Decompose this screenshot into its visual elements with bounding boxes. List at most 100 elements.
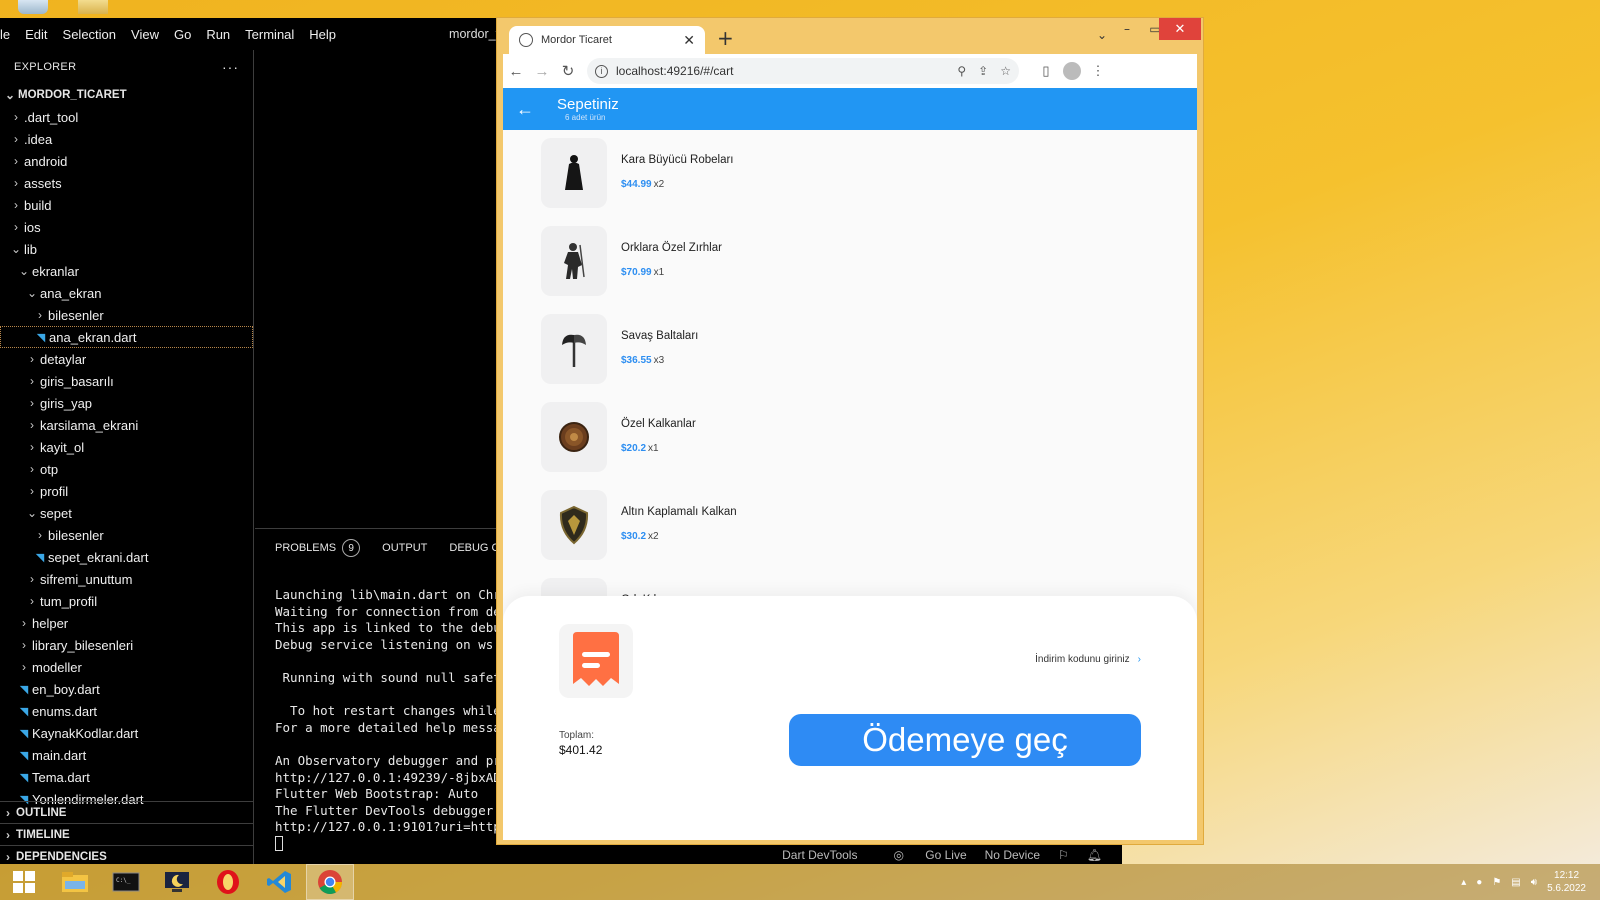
- tree-file[interactable]: ◥ main.dart: [0, 744, 253, 766]
- browser-tab[interactable]: Mordor Ticaret ✕: [509, 26, 705, 54]
- tab-output[interactable]: OUTPUT: [382, 542, 427, 554]
- tray-expand-icon[interactable]: ▴: [1461, 877, 1466, 888]
- tree-folder[interactable]: › android: [0, 150, 253, 172]
- tree-folder[interactable]: › tum_profil: [0, 590, 253, 612]
- vscode-taskbar-icon[interactable]: [255, 864, 303, 900]
- tab-search-icon[interactable]: ⌄: [1097, 28, 1107, 42]
- tab-problems[interactable]: PROBLEMS: [275, 542, 336, 554]
- volume-icon[interactable]: 🔊︎: [1531, 877, 1537, 888]
- outline-section[interactable]: › OUTLINE: [0, 801, 254, 823]
- cart-item[interactable]: Orklara Özel Zırhlar $70.99 x1: [541, 226, 1041, 296]
- tree-folder[interactable]: › sifremi_unuttum: [0, 568, 253, 590]
- menu-kebab-icon[interactable]: ⋮: [1085, 63, 1111, 79]
- go-live-status[interactable]: ◎ Go Live: [875, 848, 966, 862]
- night-mode-taskbar-icon[interactable]: [153, 864, 201, 900]
- tree-label: tum_profil: [40, 593, 98, 609]
- cart-item[interactable]: Altın Kaplamalı Kalkan $30.2 x2: [541, 490, 1041, 560]
- cart-item-name: Orklara Özel Zırhlar: [621, 242, 722, 254]
- tree-folder[interactable]: › helper: [0, 612, 253, 634]
- feedback-icon[interactable]: ⚐: [1058, 848, 1069, 862]
- menu-selection[interactable]: Selection: [63, 27, 116, 42]
- tree-folder[interactable]: › giris_yap: [0, 392, 253, 414]
- tree-folder[interactable]: › assets: [0, 172, 253, 194]
- tree-label: bilesenler: [48, 527, 104, 543]
- chevron-right-icon: ›: [30, 440, 34, 454]
- opera-taskbar-icon[interactable]: [204, 864, 252, 900]
- chevron-right-icon: ›: [1137, 654, 1141, 665]
- tree-folder[interactable]: › profil: [0, 480, 253, 502]
- close-tab-icon[interactable]: ✕: [683, 32, 695, 49]
- tree-folder[interactable]: › giris_basarılı: [0, 370, 253, 392]
- zoom-icon[interactable]: ⚲: [957, 64, 966, 78]
- tree-label: bilesenler: [48, 307, 104, 323]
- address-bar[interactable]: i localhost:49216/#/cart ⚲ ⇪ ☆: [587, 58, 1019, 84]
- start-button[interactable]: [0, 864, 48, 900]
- more-actions-icon[interactable]: ···: [222, 59, 239, 75]
- tree-folder[interactable]: › .dart_tool: [0, 106, 253, 128]
- tree-folder[interactable]: › detaylar: [0, 348, 253, 370]
- tree-folder[interactable]: › ios: [0, 216, 253, 238]
- close-window-button[interactable]: ✕: [1159, 18, 1201, 40]
- star-icon[interactable]: ☆: [1000, 64, 1011, 78]
- device-status[interactable]: No Device: [985, 848, 1040, 862]
- tree-folder[interactable]: ⌄ lib: [0, 238, 253, 260]
- menu-edit[interactable]: Edit: [25, 27, 47, 42]
- menu-view[interactable]: View: [131, 27, 159, 42]
- dart-file-icon: ◥: [19, 683, 29, 696]
- tree-folder[interactable]: › .idea: [0, 128, 253, 150]
- action-center-icon[interactable]: ⚑: [1492, 877, 1501, 888]
- menu-run[interactable]: Run: [206, 27, 230, 42]
- cart-item-name: Özel Kalkanlar: [621, 418, 696, 430]
- cart-item[interactable]: Kara Büyücü Robeları $44.99 x2: [541, 138, 1041, 208]
- menu-go[interactable]: Go: [174, 27, 191, 42]
- profile-avatar[interactable]: [1063, 62, 1081, 80]
- cart-item[interactable]: Özel Kalkanlar $20.2 x1: [541, 402, 1041, 472]
- clock[interactable]: 12:12 5.6.2022: [1547, 869, 1586, 895]
- tree-folder[interactable]: › otp: [0, 458, 253, 480]
- bell-icon[interactable]: 🔔︎: [1087, 848, 1102, 862]
- terminal-taskbar-icon[interactable]: C:\_: [102, 864, 150, 900]
- tree-file[interactable]: ◥ en_boy.dart: [0, 678, 253, 700]
- tree-folder[interactable]: › library_bilesenleri: [0, 634, 253, 656]
- desktop-folder-icon[interactable]: [78, 0, 108, 14]
- project-root[interactable]: ⌄ MORDOR_TICARET: [0, 84, 253, 106]
- tree-file[interactable]: ◥ Tema.dart: [0, 766, 253, 788]
- menu-file[interactable]: le: [0, 27, 10, 42]
- cart-item[interactable]: Savaş Baltaları $36.55 x3: [541, 314, 1041, 384]
- tree-file[interactable]: ◥ KaynakKodlar.dart: [0, 722, 253, 744]
- file-explorer-taskbar-icon[interactable]: [51, 864, 99, 900]
- arrow-back-icon[interactable]: ←: [503, 99, 547, 120]
- tree-folder[interactable]: › bilesenler: [0, 524, 253, 546]
- minimize-button[interactable]: –: [1113, 18, 1141, 40]
- reload-icon[interactable]: ↻: [555, 62, 581, 80]
- tree-folder[interactable]: › kayit_ol: [0, 436, 253, 458]
- tree-file[interactable]: ◥ enums.dart: [0, 700, 253, 722]
- menu-terminal[interactable]: Terminal: [245, 27, 294, 42]
- tree-file[interactable]: ◥ sepet_ekrani.dart: [0, 546, 253, 568]
- tree-label: main.dart: [32, 747, 87, 763]
- back-icon[interactable]: ←: [503, 63, 529, 80]
- side-panel-icon[interactable]: ▯: [1033, 63, 1059, 79]
- tree-folder[interactable]: › modeller: [0, 656, 253, 678]
- timeline-section[interactable]: › TIMELINE: [0, 823, 254, 845]
- network-icon[interactable]: ▤: [1511, 877, 1520, 888]
- menu-help[interactable]: Help: [309, 27, 336, 42]
- tree-folder[interactable]: ⌄ ekranlar: [0, 260, 253, 282]
- dart-devtools-status[interactable]: Dart DevTools: [782, 848, 857, 862]
- tray-app-icon[interactable]: ●: [1476, 877, 1482, 888]
- chrome-taskbar-icon[interactable]: [306, 864, 354, 900]
- checkout-button[interactable]: Ödemeye geç: [789, 714, 1141, 766]
- discount-code-link[interactable]: İndirim kodunu giriniz ›: [1035, 654, 1141, 665]
- tree-folder[interactable]: ⌄ ana_ekran: [0, 282, 253, 304]
- share-icon[interactable]: ⇪: [978, 64, 988, 78]
- tree-folder[interactable]: ⌄ sepet: [0, 502, 253, 524]
- tree-folder[interactable]: › build: [0, 194, 253, 216]
- new-tab-button[interactable]: +: [717, 26, 734, 50]
- desktop-icon[interactable]: [18, 0, 48, 14]
- tree-folder[interactable]: › bilesenler: [0, 304, 253, 326]
- site-info-icon[interactable]: i: [595, 64, 608, 78]
- tree-folder[interactable]: › karsilama_ekrani: [0, 414, 253, 436]
- tree-file[interactable]: ◥ ana_ekran.dart: [0, 326, 253, 348]
- forward-icon[interactable]: →: [529, 63, 555, 80]
- cart-item-price-row: $20.2 x1: [621, 438, 696, 456]
